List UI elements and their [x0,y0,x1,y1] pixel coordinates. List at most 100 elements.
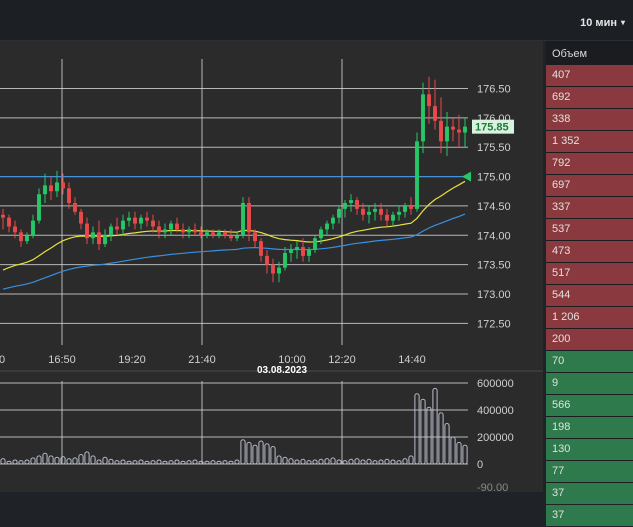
price-chart[interactable]: 176.50 176.00 175.50 175.00 174.50 174.00 173.… [0,41,543,492]
moving-average-fast [2,180,466,271]
candle-body [259,241,263,256]
volume-bar [366,458,372,465]
volume-row[interactable]: 338 [546,109,633,130]
volume-bar [462,444,468,465]
candle-body [121,220,125,230]
candle-body [187,229,191,233]
candle-body [385,214,389,221]
volume-bar [96,459,102,465]
volume-bar [306,460,312,465]
volume-row[interactable]: 198 [546,417,633,438]
candle-body [115,226,119,230]
candle-body [343,203,347,209]
volume-row[interactable]: 9 [546,373,633,394]
volume-row[interactable]: 407 [546,65,633,86]
volume-list[interactable]: 407 692 338 1 352 792 697 337 537 473 517 544 1 206… [546,65,633,527]
candle-body [313,238,317,250]
candle-body [241,203,245,236]
candle-body [85,223,89,239]
volume-bar [288,458,294,465]
price-tick-label: 175.00 [477,172,511,184]
volume-bar [426,406,432,465]
marker-price-arrow [462,171,471,182]
volume-row[interactable]: 37 [546,483,633,504]
volume-bar [216,460,222,465]
volume-bar [180,460,186,465]
candle-body [301,247,305,256]
candle-body [97,232,101,245]
candle-body [265,255,269,265]
volume-bar [438,412,444,465]
price-tick-label: 172.50 [477,318,511,330]
volume-row[interactable]: 697 [546,175,633,196]
timeframe-dropdown[interactable]: 10 мин ▾ [580,0,625,40]
volume-header: Объем [552,48,588,60]
volume-row[interactable]: 37 [546,505,633,526]
volume-bar [102,456,108,465]
volume-row[interactable]: 337 [546,197,633,218]
volume-bar [252,444,258,465]
time-tick-label: 0 [0,354,5,366]
volume-row[interactable]: 544 [546,285,633,306]
candle-body [337,208,341,218]
candle-body [319,229,323,239]
candle-body [73,203,77,212]
volume-row[interactable]: 130 [546,439,633,460]
candle-body [349,200,353,203]
candle-body [151,220,155,227]
chevron-down-icon: ▾ [620,18,625,27]
top-bar: 10 мин ▾ [0,0,633,41]
volume-bar [384,458,390,465]
price-tick-label: 174.50 [477,201,511,213]
volume-bar [390,459,396,465]
candle-body [235,235,239,239]
candle-body [391,214,395,221]
candle-body [247,203,251,233]
candle-body [25,235,29,242]
candle-body [367,211,371,215]
candle-body [193,229,197,233]
volume-bar [108,458,114,465]
volume-bar [48,455,54,465]
time-tick-label: 14:40 [398,354,426,366]
volume-row[interactable]: 692 [546,87,633,108]
volume-row[interactable]: 1 352 [546,131,633,152]
volume-tick-label: 200000 [477,432,514,444]
timeframe-label: 10 мин [580,17,617,29]
volume-bar [0,458,6,465]
candle-body [463,126,467,133]
volume-bar [210,460,216,465]
time-tick-label: 21:40 [188,354,216,366]
volume-bar [258,440,264,465]
candle-body [67,188,71,203]
candle-body [7,217,11,227]
volume-row[interactable]: 792 [546,153,633,174]
volume-row[interactable]: 77 [546,461,633,482]
volume-row[interactable]: 200 [546,329,633,350]
volume-row[interactable]: 1 206 [546,307,633,328]
price-tick-label: 176.50 [477,83,511,95]
volume-row[interactable]: 566 [546,395,633,416]
volume-tick-label: 400000 [477,405,514,417]
volume-row[interactable]: 517 [546,263,633,284]
volume-bar [156,459,162,465]
candle-body [445,126,449,142]
candle-body [1,214,5,218]
chart-svg[interactable]: 176.50176.00175.50175.00174.50174.00173.… [0,41,543,492]
volume-bar [348,458,354,465]
volume-bar [144,460,150,465]
volume-bar [84,451,90,465]
volume-row[interactable]: 473 [546,241,633,262]
volume-bar [162,460,168,465]
volume-row[interactable]: 70 [546,351,633,372]
candle-body [361,208,365,215]
date-label: 03.08.2023 [257,365,307,376]
volume-row[interactable]: 537 [546,219,633,240]
candle-body [253,232,257,242]
candle-body [223,232,227,236]
volume-bar [372,460,378,465]
candle-body [79,211,83,224]
volume-bar [12,459,18,465]
volume-bar [264,443,270,465]
volume-bar [54,456,60,465]
